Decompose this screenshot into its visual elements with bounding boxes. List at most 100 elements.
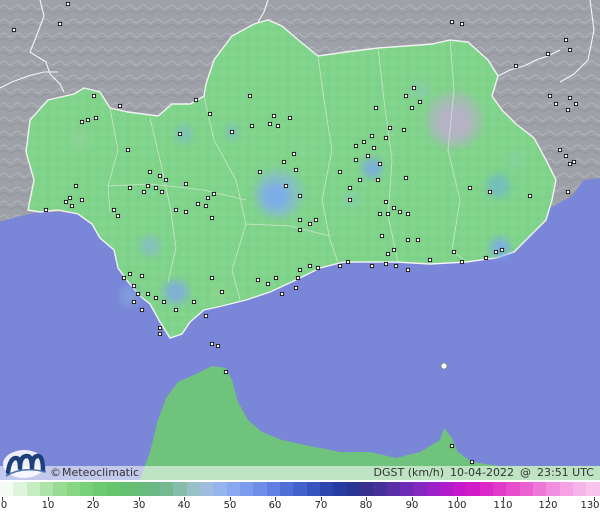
station-marker bbox=[387, 125, 393, 131]
gust-patch bbox=[164, 280, 188, 304]
gust-patch bbox=[175, 125, 193, 143]
station-marker bbox=[291, 151, 297, 157]
station-marker bbox=[79, 197, 85, 203]
station-marker bbox=[567, 161, 573, 167]
station-marker bbox=[383, 261, 389, 267]
station-marker bbox=[73, 183, 79, 189]
station-marker bbox=[397, 209, 403, 215]
station-marker bbox=[209, 215, 215, 221]
station-marker bbox=[393, 263, 399, 269]
gust-patch bbox=[426, 92, 482, 148]
legend-tick-label: 90 bbox=[405, 500, 419, 511]
station-marker bbox=[195, 201, 201, 207]
legend-tick-label: 130 bbox=[580, 500, 600, 511]
station-marker bbox=[159, 189, 165, 195]
legend-tick-label: 20 bbox=[86, 500, 100, 511]
station-marker bbox=[203, 203, 209, 209]
station-marker bbox=[111, 207, 117, 213]
legend-tick-label: 50 bbox=[223, 500, 237, 511]
station-marker bbox=[427, 257, 433, 263]
station-marker bbox=[57, 21, 63, 27]
station-marker bbox=[157, 173, 163, 179]
station-marker bbox=[385, 251, 391, 257]
station-marker bbox=[357, 177, 363, 183]
station-marker bbox=[405, 211, 411, 217]
station-marker bbox=[139, 273, 145, 279]
station-marker bbox=[63, 199, 69, 205]
station-marker bbox=[307, 221, 313, 227]
station-marker bbox=[255, 277, 261, 283]
station-marker bbox=[191, 299, 197, 305]
legend-color-cell bbox=[79, 482, 94, 496]
station-marker bbox=[297, 217, 303, 223]
station-marker bbox=[125, 147, 131, 153]
station-marker bbox=[353, 143, 359, 149]
map-frame: ©Meteoclimatic DGST (km/h) 10-04-2022 @23:… bbox=[0, 0, 600, 517]
station-marker bbox=[383, 199, 389, 205]
station-marker bbox=[297, 267, 303, 273]
station-marker bbox=[377, 161, 383, 167]
gust-patch bbox=[140, 236, 160, 256]
station-marker bbox=[459, 259, 465, 265]
legend-color-cell bbox=[159, 482, 174, 496]
station-marker bbox=[43, 207, 49, 213]
station-marker bbox=[547, 93, 553, 99]
station-marker bbox=[127, 185, 133, 191]
legend-color-cell bbox=[346, 482, 360, 496]
legend-color-cell bbox=[439, 482, 454, 496]
station-marker bbox=[157, 325, 163, 331]
legend-color-cell bbox=[493, 482, 507, 496]
legend-color-cell bbox=[453, 482, 467, 496]
station-marker bbox=[157, 331, 163, 337]
station-marker bbox=[307, 263, 313, 269]
station-marker bbox=[565, 189, 571, 195]
legend-tick-label: 40 bbox=[177, 500, 191, 511]
station-marker bbox=[369, 263, 375, 269]
station-marker bbox=[281, 159, 287, 165]
station-marker bbox=[295, 275, 301, 281]
legend-color-scale bbox=[0, 482, 600, 496]
credit-label: ©Meteoclimatic bbox=[50, 466, 139, 480]
station-marker bbox=[353, 157, 359, 163]
station-marker bbox=[215, 343, 221, 349]
station-marker bbox=[183, 209, 189, 215]
legend-color-cell bbox=[39, 482, 54, 496]
station-marker bbox=[391, 205, 397, 211]
station-marker bbox=[209, 341, 215, 347]
station-marker bbox=[313, 217, 319, 223]
station-marker bbox=[345, 259, 351, 265]
station-marker bbox=[571, 159, 577, 165]
station-marker bbox=[365, 153, 371, 159]
legend-color-cell bbox=[279, 482, 294, 496]
legend-color-cell bbox=[226, 482, 240, 496]
station-marker bbox=[207, 111, 213, 117]
station-marker bbox=[369, 133, 375, 139]
legend-tick-label: 10 bbox=[41, 500, 55, 511]
station-marker bbox=[209, 275, 215, 281]
station-marker bbox=[273, 275, 279, 281]
station-marker bbox=[161, 299, 167, 305]
legend-color-cell bbox=[373, 482, 387, 496]
station-marker bbox=[527, 193, 533, 199]
station-marker bbox=[139, 307, 145, 313]
legend-color-cell bbox=[479, 482, 494, 496]
station-marker bbox=[315, 265, 321, 271]
legend-color-cell bbox=[506, 482, 520, 496]
station-marker bbox=[183, 181, 189, 187]
legend-color-cell bbox=[586, 482, 600, 496]
station-marker bbox=[173, 207, 179, 213]
legend-color-cell bbox=[93, 482, 107, 496]
legend-color-cell bbox=[413, 482, 427, 496]
legend-color-cell bbox=[359, 482, 374, 496]
gust-legend: 0 10 20 30 40 50 60 70 80 90 100 110 120 130 bbox=[0, 480, 600, 517]
gust-patch bbox=[486, 174, 510, 198]
legend-color-cell bbox=[53, 482, 67, 496]
meteoclimatic-logo-icon bbox=[3, 450, 47, 478]
gust-patch bbox=[254, 170, 302, 218]
legend-color-cell bbox=[333, 482, 347, 496]
station-marker bbox=[85, 117, 91, 123]
station-marker bbox=[153, 185, 159, 191]
station-marker bbox=[483, 255, 489, 261]
station-marker bbox=[487, 189, 493, 195]
gust-map bbox=[0, 0, 600, 480]
